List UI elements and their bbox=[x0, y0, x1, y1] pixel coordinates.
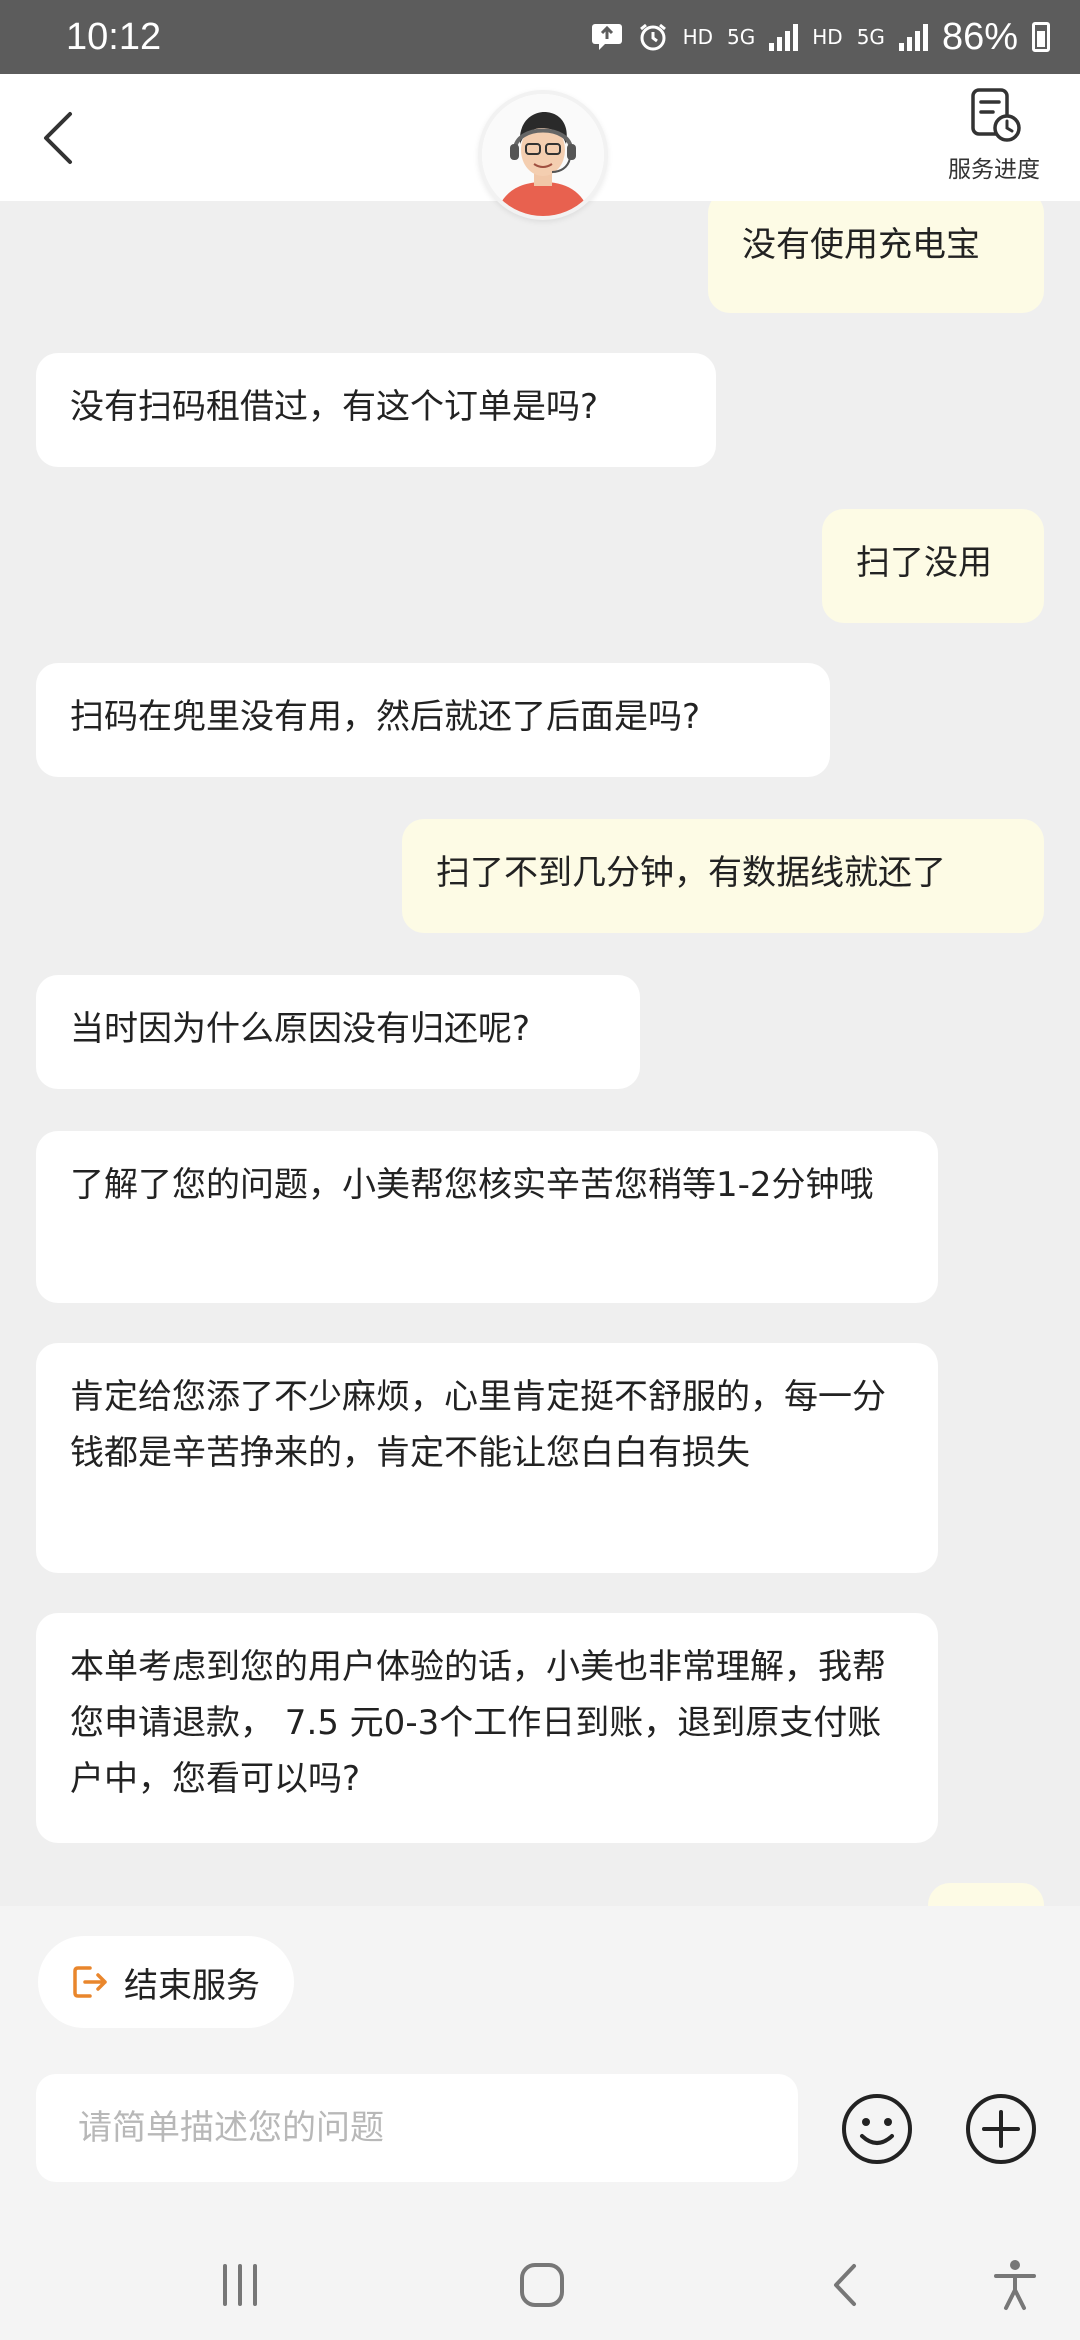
hd-indicator-2: HD bbox=[812, 25, 843, 49]
accessibility-button[interactable] bbox=[960, 2230, 1070, 2340]
agent-message: 本单考虑到您的用户体验的话，小美也非常理解，我帮您申请退款， 7.5 元0-3个… bbox=[36, 1613, 938, 1843]
back-chevron-icon bbox=[834, 2264, 856, 2306]
document-clock-icon bbox=[971, 88, 1021, 142]
end-service-button[interactable]: 结束服务 bbox=[38, 1936, 294, 2028]
emoji-button[interactable] bbox=[840, 2092, 914, 2166]
chat-message-list[interactable]: 没有使用充电宝 没有扫码租借过，有这个订单是吗? 扫了没用 扫码在兜里没有用，然… bbox=[0, 201, 1080, 1906]
alarm-icon bbox=[637, 23, 669, 51]
user-message: 没有使用充电宝 bbox=[708, 201, 1044, 313]
agent-avatar bbox=[478, 90, 608, 220]
agent-message: 没有扫码租借过，有这个订单是吗? bbox=[36, 353, 716, 467]
user-message: 扫了不到几分钟，有数据线就还了 bbox=[402, 819, 1044, 933]
agent-message: 了解了您的问题，小美帮您核实辛苦您稍等1-2分钟哦 bbox=[36, 1131, 938, 1303]
agent-message: 扫码在兜里没有用，然后就还了后面是吗? bbox=[36, 663, 830, 777]
chat-header: 服务进度 bbox=[0, 74, 1080, 220]
plus-circle-icon bbox=[966, 2094, 1036, 2164]
recent-apps-icon bbox=[223, 2264, 257, 2306]
bottom-panel: 结束服务 bbox=[0, 1906, 1080, 2340]
network-type-1: 5G bbox=[727, 25, 756, 49]
status-time: 10:12 bbox=[66, 15, 162, 58]
end-service-label: 结束服务 bbox=[124, 1965, 260, 2006]
status-bar: 10:12 HD 5G HD 5G 86% bbox=[0, 0, 1080, 74]
message-notification-icon bbox=[591, 23, 623, 51]
message-input[interactable] bbox=[36, 2074, 798, 2182]
user-message-partial bbox=[928, 1883, 1044, 1906]
signal-strength-icon-2 bbox=[898, 23, 928, 51]
home-icon bbox=[520, 2263, 564, 2307]
more-options-button[interactable] bbox=[964, 2092, 1038, 2166]
agent-message: 当时因为什么原因没有归还呢? bbox=[36, 975, 640, 1089]
agent-message: 肯定给您添了不少麻烦，心里肯定挺不舒服的，每一分钱都是辛苦挣来的，肯定不能让您白… bbox=[36, 1343, 938, 1573]
system-back-button[interactable] bbox=[792, 2230, 902, 2340]
back-button[interactable] bbox=[36, 106, 86, 170]
service-progress-label: 服务进度 bbox=[948, 157, 1040, 183]
chevron-left-icon bbox=[44, 112, 72, 164]
network-type-2: 5G bbox=[856, 25, 885, 49]
signal-strength-icon-1 bbox=[769, 23, 799, 51]
battery-percentage: 86% bbox=[941, 15, 1018, 58]
home-button[interactable] bbox=[487, 2230, 597, 2340]
accessibility-icon bbox=[994, 2260, 1036, 2310]
status-icons: HD 5G HD 5G 86% bbox=[591, 16, 1050, 59]
system-navigation-bar bbox=[0, 2230, 1080, 2340]
recent-apps-button[interactable] bbox=[185, 2230, 295, 2340]
user-message: 扫了没用 bbox=[822, 509, 1044, 623]
smiley-icon bbox=[842, 2094, 912, 2164]
service-progress-button[interactable]: 服务进度 bbox=[924, 86, 1064, 196]
exit-icon bbox=[73, 1966, 107, 1998]
hd-indicator-1: HD bbox=[682, 25, 714, 49]
battery-icon bbox=[1032, 22, 1050, 52]
